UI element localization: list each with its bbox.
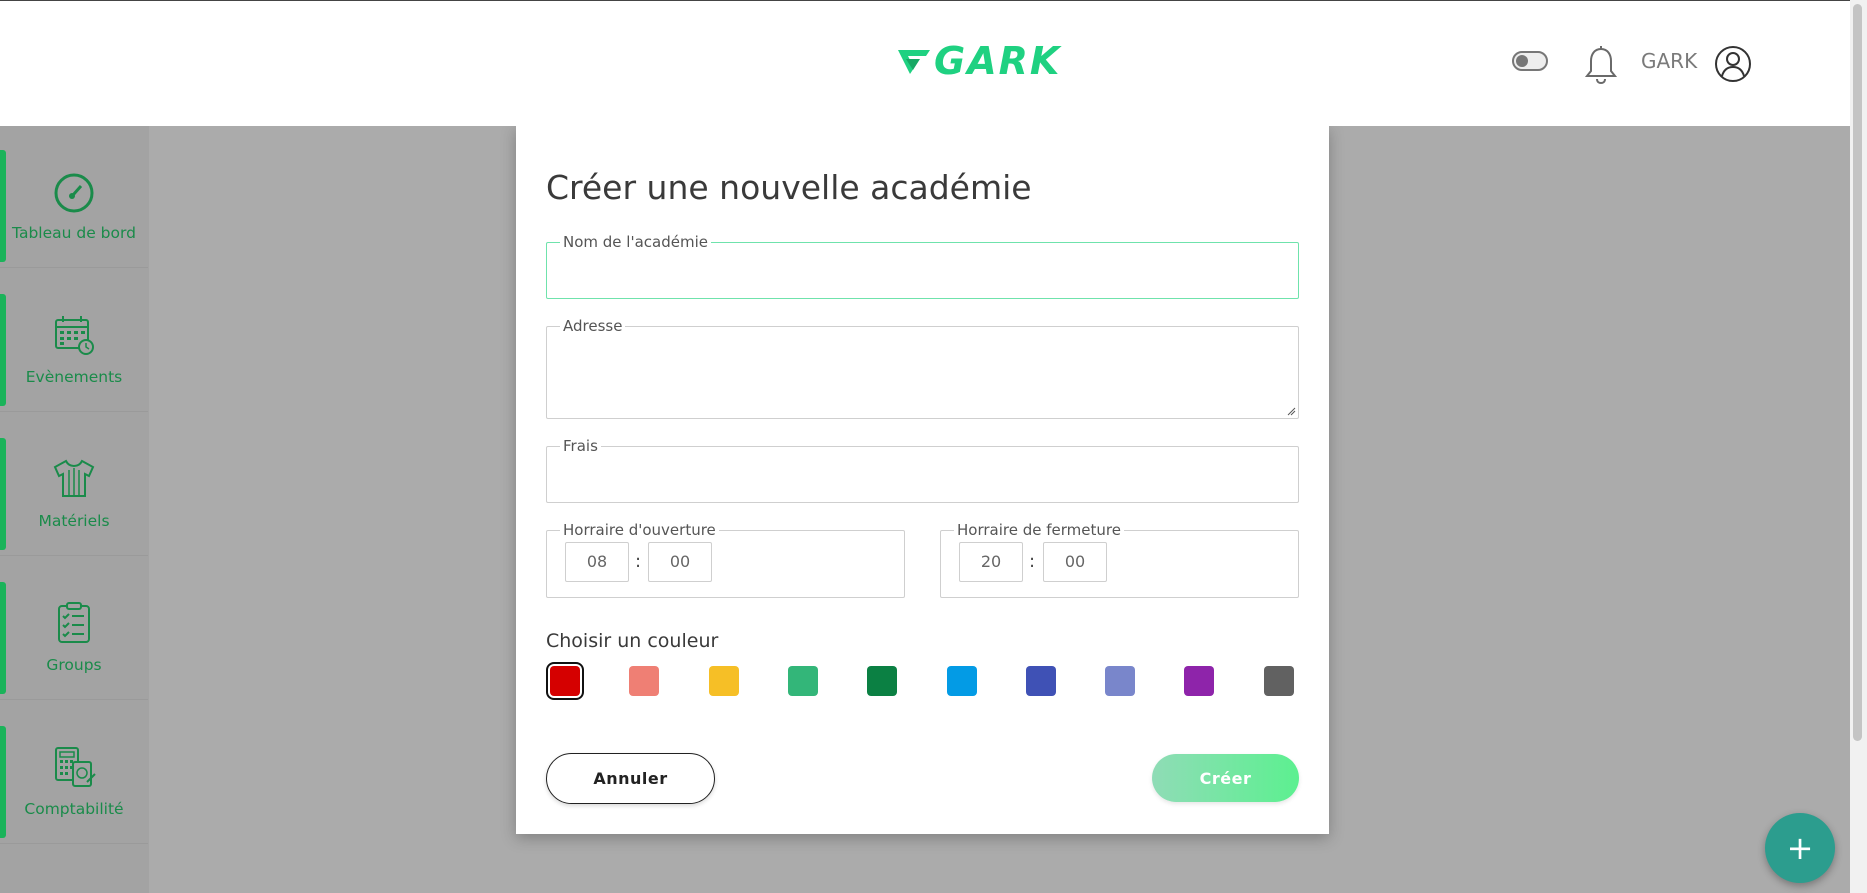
color-swatch[interactable] — [550, 666, 580, 696]
opening-hour-input[interactable]: 08 — [565, 542, 629, 582]
clipboard-list-icon — [58, 602, 90, 643]
sidebar: Tableau de bord Evènements Matériels Gro… — [0, 126, 149, 893]
color-swatch[interactable] — [1026, 666, 1056, 696]
logo-mark-icon — [898, 50, 930, 74]
address-input[interactable] — [547, 334, 1298, 404]
modal-title: Créer une nouvelle académie — [546, 168, 1032, 207]
bell-icon[interactable] — [1584, 45, 1618, 85]
fees-field[interactable]: Frais — [546, 438, 1299, 503]
sidebar-active-bar — [0, 294, 6, 406]
color-picker-label: Choisir un couleur — [546, 630, 719, 652]
sidebar-item-materials[interactable]: Matériels — [0, 414, 148, 556]
sidebar-item-dashboard[interactable]: Tableau de bord — [0, 126, 148, 268]
accounting-icon — [55, 747, 96, 787]
sidebar-item-events[interactable]: Evènements — [0, 270, 148, 412]
sidebar-item-groups[interactable]: Groups — [0, 558, 148, 700]
create-button[interactable]: Créer — [1152, 754, 1299, 802]
sidebar-active-bar — [0, 726, 6, 838]
closing-hour-input[interactable]: 20 — [959, 542, 1023, 582]
resize-handle-icon[interactable] — [1286, 406, 1296, 416]
sidebar-item-label: Evènements — [25, 368, 123, 386]
sidebar-active-bar — [0, 150, 6, 262]
username[interactable]: GARK — [1641, 49, 1697, 73]
jersey-icon — [53, 459, 95, 497]
toggle-knob — [1516, 55, 1528, 67]
logo-text: GARK — [934, 39, 1062, 83]
sidebar-item-label: Tableau de bord — [12, 224, 136, 242]
sidebar-active-bar — [0, 438, 6, 550]
academy-name-field[interactable]: Nom de l'académie — [546, 234, 1299, 299]
opening-minute-input[interactable]: 00 — [648, 542, 712, 582]
academy-name-label: Nom de l'académie — [563, 233, 708, 251]
calendar-icon — [55, 316, 94, 355]
address-label: Adresse — [563, 317, 623, 335]
academy-name-input[interactable] — [547, 250, 1298, 285]
closing-minute-input[interactable]: 00 — [1043, 542, 1107, 582]
time-separator: : — [635, 551, 642, 572]
opening-time-label: Horraire d'ouverture — [563, 521, 716, 539]
sidebar-item-label: Groups — [46, 656, 102, 674]
color-swatch[interactable] — [709, 666, 739, 696]
top-header: GARK GARK — [0, 0, 1850, 126]
address-field[interactable]: Adresse — [546, 318, 1299, 419]
gark-logo[interactable]: GARK — [896, 41, 1061, 81]
color-swatch[interactable] — [629, 666, 659, 696]
color-swatch[interactable] — [1184, 666, 1214, 696]
theme-toggle[interactable] — [1512, 51, 1548, 71]
sidebar-item-accounting[interactable]: Comptabilité — [0, 702, 148, 844]
time-separator: : — [1029, 551, 1036, 572]
color-swatch[interactable] — [788, 666, 818, 696]
create-academy-modal: Créer une nouvelle académie Nom de l'aca… — [516, 126, 1329, 834]
user-circle-icon[interactable] — [1714, 45, 1752, 83]
speedometer-icon — [54, 173, 94, 213]
cancel-button[interactable]: Annuler — [546, 753, 715, 804]
closing-time-label: Horraire de fermeture — [957, 521, 1121, 539]
color-swatch[interactable] — [947, 666, 977, 696]
fees-input[interactable] — [547, 454, 1298, 489]
fees-label: Frais — [563, 437, 598, 455]
scrollbar-thumb[interactable] — [1853, 4, 1862, 741]
sidebar-active-bar — [0, 582, 6, 694]
sidebar-item-label: Matériels — [38, 512, 110, 530]
color-swatch[interactable] — [867, 666, 897, 696]
add-fab-button[interactable]: + — [1765, 813, 1835, 883]
color-swatch[interactable] — [1264, 666, 1294, 696]
color-swatch[interactable] — [1105, 666, 1135, 696]
sidebar-item-label: Comptabilité — [24, 800, 124, 818]
